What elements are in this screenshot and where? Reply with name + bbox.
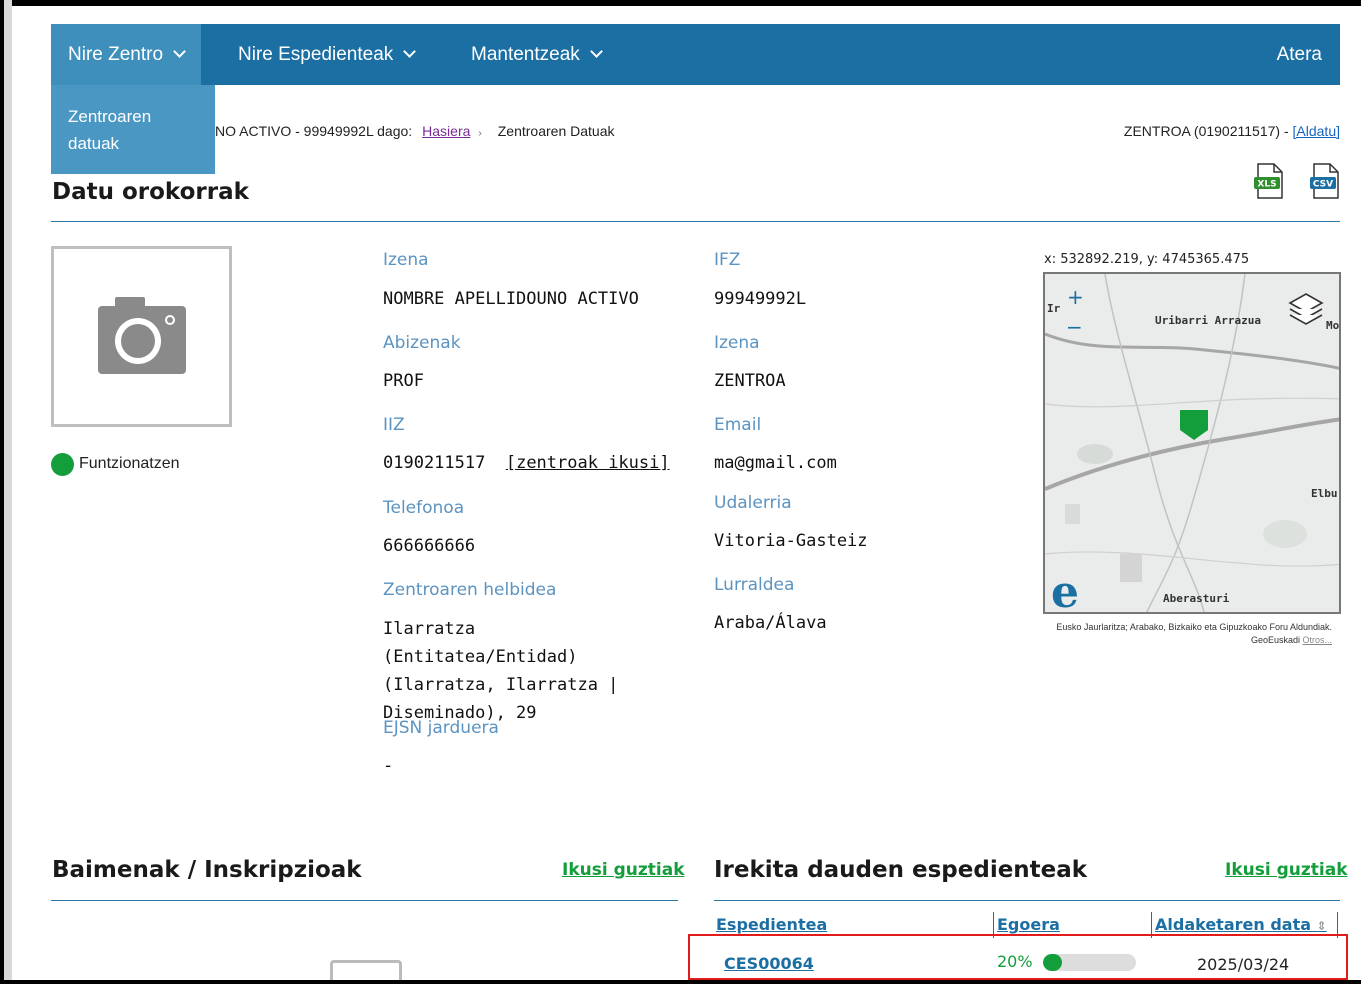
nav-mantentzeak[interactable]: Mantentzeak bbox=[471, 24, 603, 85]
change-center-link[interactable]: [Aldatu] bbox=[1293, 123, 1340, 139]
nav-nire-zentro[interactable]: Nire Zentro bbox=[51, 24, 202, 85]
map-tiles: Uribarri Arrazua Aberasturi Elbu Mo Ir +… bbox=[1045, 274, 1340, 614]
map-coordinates: x: 532892.219, y: 4745365.475 bbox=[1044, 252, 1250, 267]
nav-label: Mantentzeak bbox=[471, 44, 580, 65]
chevron-down-icon bbox=[173, 45, 186, 58]
map-place-label: Aberasturi bbox=[1163, 592, 1230, 605]
surname-label: Abizenak bbox=[383, 333, 461, 353]
phone-value: 666666666 bbox=[383, 536, 476, 556]
sort-icon[interactable]: ⇕ bbox=[1317, 919, 1327, 933]
window-frame-bottom bbox=[0, 980, 1361, 984]
column-header-label: Aldaketaren data bbox=[1155, 915, 1312, 934]
status-text: Funtzionatzen bbox=[79, 455, 180, 472]
general-data-title: Datu orokorrak bbox=[52, 179, 249, 205]
name-label: Izena bbox=[383, 250, 429, 270]
iiz-value: 0190211517 bbox=[383, 453, 486, 473]
csv-icon-label: CSV bbox=[1313, 180, 1333, 190]
section-divider bbox=[51, 221, 1340, 222]
open-files-title: Irekita dauden espedienteak bbox=[714, 857, 1088, 883]
section-divider bbox=[714, 900, 1340, 901]
breadcrumb-prefix: NO ACTIVO - 99949992L dago: bbox=[215, 123, 413, 139]
file-link[interactable]: CES00064 bbox=[724, 954, 814, 973]
progress-fill bbox=[1043, 954, 1062, 971]
ejsn-label: EJSN jarduera bbox=[383, 718, 499, 738]
main-navbar: Nire Zentro Nire Espedienteak Mantentzea… bbox=[51, 24, 1340, 85]
map-place-label: Uribarri Arrazua bbox=[1155, 314, 1261, 327]
map-zoom-in-button[interactable]: + bbox=[1067, 285, 1084, 309]
change-date: 2025/03/24 bbox=[1197, 955, 1290, 974]
chevron-down-icon bbox=[589, 45, 603, 58]
breadcrumb-current: Zentroaren Datuak bbox=[497, 123, 615, 139]
map-attribution-text: Eusko Jaurlaritza; Arabako, Bizkaiko eta… bbox=[1056, 622, 1332, 645]
chevron-down-icon bbox=[403, 45, 417, 58]
location-map[interactable]: Uribarri Arrazua Aberasturi Elbu Mo Ir +… bbox=[1043, 272, 1341, 614]
map-attribution-more-link[interactable]: Otros... bbox=[1302, 635, 1332, 645]
column-header-status[interactable]: Egoera bbox=[997, 915, 1060, 934]
column-header-change-date[interactable]: Aldaketaren data ⇕ bbox=[1155, 915, 1327, 934]
permits-see-all-link[interactable]: Ikusi guztiak bbox=[562, 860, 685, 880]
map-zoom-out-button[interactable]: − bbox=[1066, 315, 1083, 339]
geoeuskadi-logo: e bbox=[1051, 567, 1079, 614]
section-divider bbox=[51, 900, 678, 901]
center-info: ZENTROA (0190211517) - bbox=[1123, 123, 1293, 139]
view-centers-link[interactable]: [zentroak ikusi] bbox=[506, 453, 670, 473]
address-label: Zentroaren helbidea bbox=[383, 580, 557, 600]
iiz-label: IIZ bbox=[383, 415, 405, 435]
map-attribution: Eusko Jaurlaritza; Arabako, Bizkaiko eta… bbox=[1043, 621, 1332, 647]
map-place-label: Elbu bbox=[1311, 487, 1338, 500]
xls-export-icon[interactable]: XLS bbox=[1254, 163, 1284, 199]
progress-percent: 20% bbox=[997, 952, 1033, 971]
name-value: NOMBRE APELLIDOUNO ACTIVO bbox=[383, 289, 639, 309]
iiz-field: 0190211517 [zentroak ikusi] bbox=[383, 449, 670, 477]
dropdown-item-zentroaren-datuak[interactable]: Zentroaren datuak bbox=[51, 85, 215, 174]
ifz-label: IFZ bbox=[714, 250, 741, 270]
map-place-label: Mo bbox=[1326, 319, 1340, 332]
center-name-value: ZENTROA bbox=[714, 371, 786, 391]
address-value: Ilarratza (Entitatea/Entidad) (Ilarratza… bbox=[383, 619, 619, 723]
center-selector: ZENTROA (0190211517) - [Aldatu] bbox=[1124, 123, 1340, 139]
nav-label: Nire Espedienteak bbox=[238, 44, 394, 65]
status-indicator-icon bbox=[51, 453, 74, 476]
exit-link[interactable]: Atera bbox=[1277, 24, 1322, 85]
nav-label: Nire Zentro bbox=[68, 44, 164, 65]
progress-bar bbox=[1043, 954, 1136, 971]
window-frame-top bbox=[0, 0, 1361, 6]
surname-value: PROF bbox=[383, 371, 424, 391]
breadcrumb-separator: › bbox=[478, 128, 482, 139]
open-files-see-all-link[interactable]: Ikusi guztiak bbox=[1225, 860, 1348, 880]
ejsn-value: - bbox=[383, 756, 394, 776]
camera-icon bbox=[98, 297, 186, 374]
photo-placeholder[interactable] bbox=[51, 246, 232, 427]
csv-export-icon[interactable]: CSV bbox=[1310, 163, 1340, 199]
nav-nire-espedienteak[interactable]: Nire Espedienteak bbox=[238, 24, 417, 85]
phone-label: Telefonoa bbox=[383, 498, 465, 518]
breadcrumb: NO ACTIVO - 99949992L dago: Hasiera › Zentr… bbox=[215, 123, 614, 139]
territory-label: Lurraldea bbox=[714, 575, 795, 595]
territory-value: Araba/Álava bbox=[714, 613, 827, 633]
xls-icon-label: XLS bbox=[1257, 180, 1276, 190]
email-value: ma@gmail.com bbox=[714, 453, 837, 473]
breadcrumb-home-link[interactable]: Hasiera bbox=[422, 123, 470, 139]
municipality-value: Vitoria-Gasteiz bbox=[714, 531, 868, 551]
map-place-label: Ir bbox=[1047, 302, 1061, 315]
municipality-label: Udalerria bbox=[714, 493, 792, 513]
window-frame-left bbox=[0, 0, 12, 984]
center-name-label: Izena bbox=[714, 333, 760, 353]
column-header-file[interactable]: Espedientea bbox=[716, 915, 827, 934]
ifz-value: 99949992L bbox=[714, 289, 807, 309]
permits-title: Baimenak / Inskripzioak bbox=[52, 857, 362, 883]
email-label: Email bbox=[714, 415, 762, 435]
